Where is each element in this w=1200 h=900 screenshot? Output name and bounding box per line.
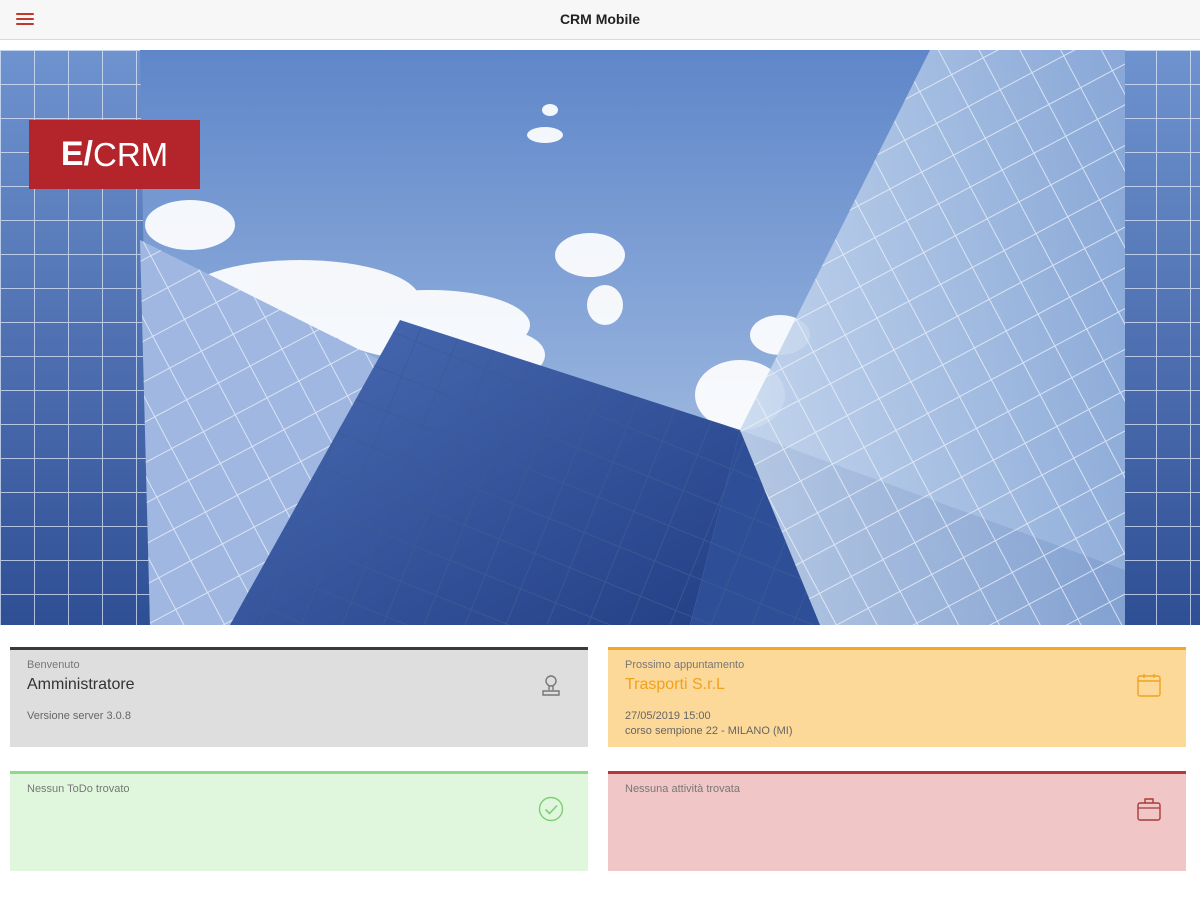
briefcase-icon — [1137, 798, 1161, 821]
appointment-datetime: 27/05/2019 15:00 — [625, 710, 711, 722]
hero-banner-image: E/CRM — [0, 50, 1200, 625]
user-icon — [542, 675, 560, 696]
server-version: Versione server 3.0.8 — [27, 710, 131, 722]
app-title: CRM Mobile — [559, 11, 641, 27]
activities-card[interactable]: Nessuna attività trovata — [608, 771, 1186, 871]
activities-empty-label: Nessuna attività trovata — [625, 783, 740, 795]
appointment-company: Trasporti S.r.L — [625, 676, 725, 693]
appointment-address: corso sempione 22 - MILANO (MI) — [625, 725, 793, 737]
welcome-label: Benvenuto — [27, 659, 80, 671]
todo-card[interactable]: Nessun ToDo trovato — [10, 771, 588, 871]
next-appointment-card[interactable]: Prossimo appuntamento Trasporti S.r.L 27… — [608, 647, 1186, 747]
logo-suffix: CRM — [92, 135, 169, 173]
appointment-label: Prossimo appuntamento — [625, 659, 745, 671]
user-name: Amministratore — [27, 676, 135, 693]
todo-empty-label: Nessun ToDo trovato — [27, 783, 130, 795]
logo-prefix: E/ — [60, 135, 93, 173]
check-circle-icon — [538, 796, 564, 822]
app-bar: CRM Mobile — [0, 0, 1200, 40]
calendar-icon — [1137, 674, 1161, 697]
welcome-card[interactable]: Benvenuto Amministratore Versione server… — [10, 647, 588, 747]
ecrm-logo: E/CRM — [29, 120, 200, 189]
